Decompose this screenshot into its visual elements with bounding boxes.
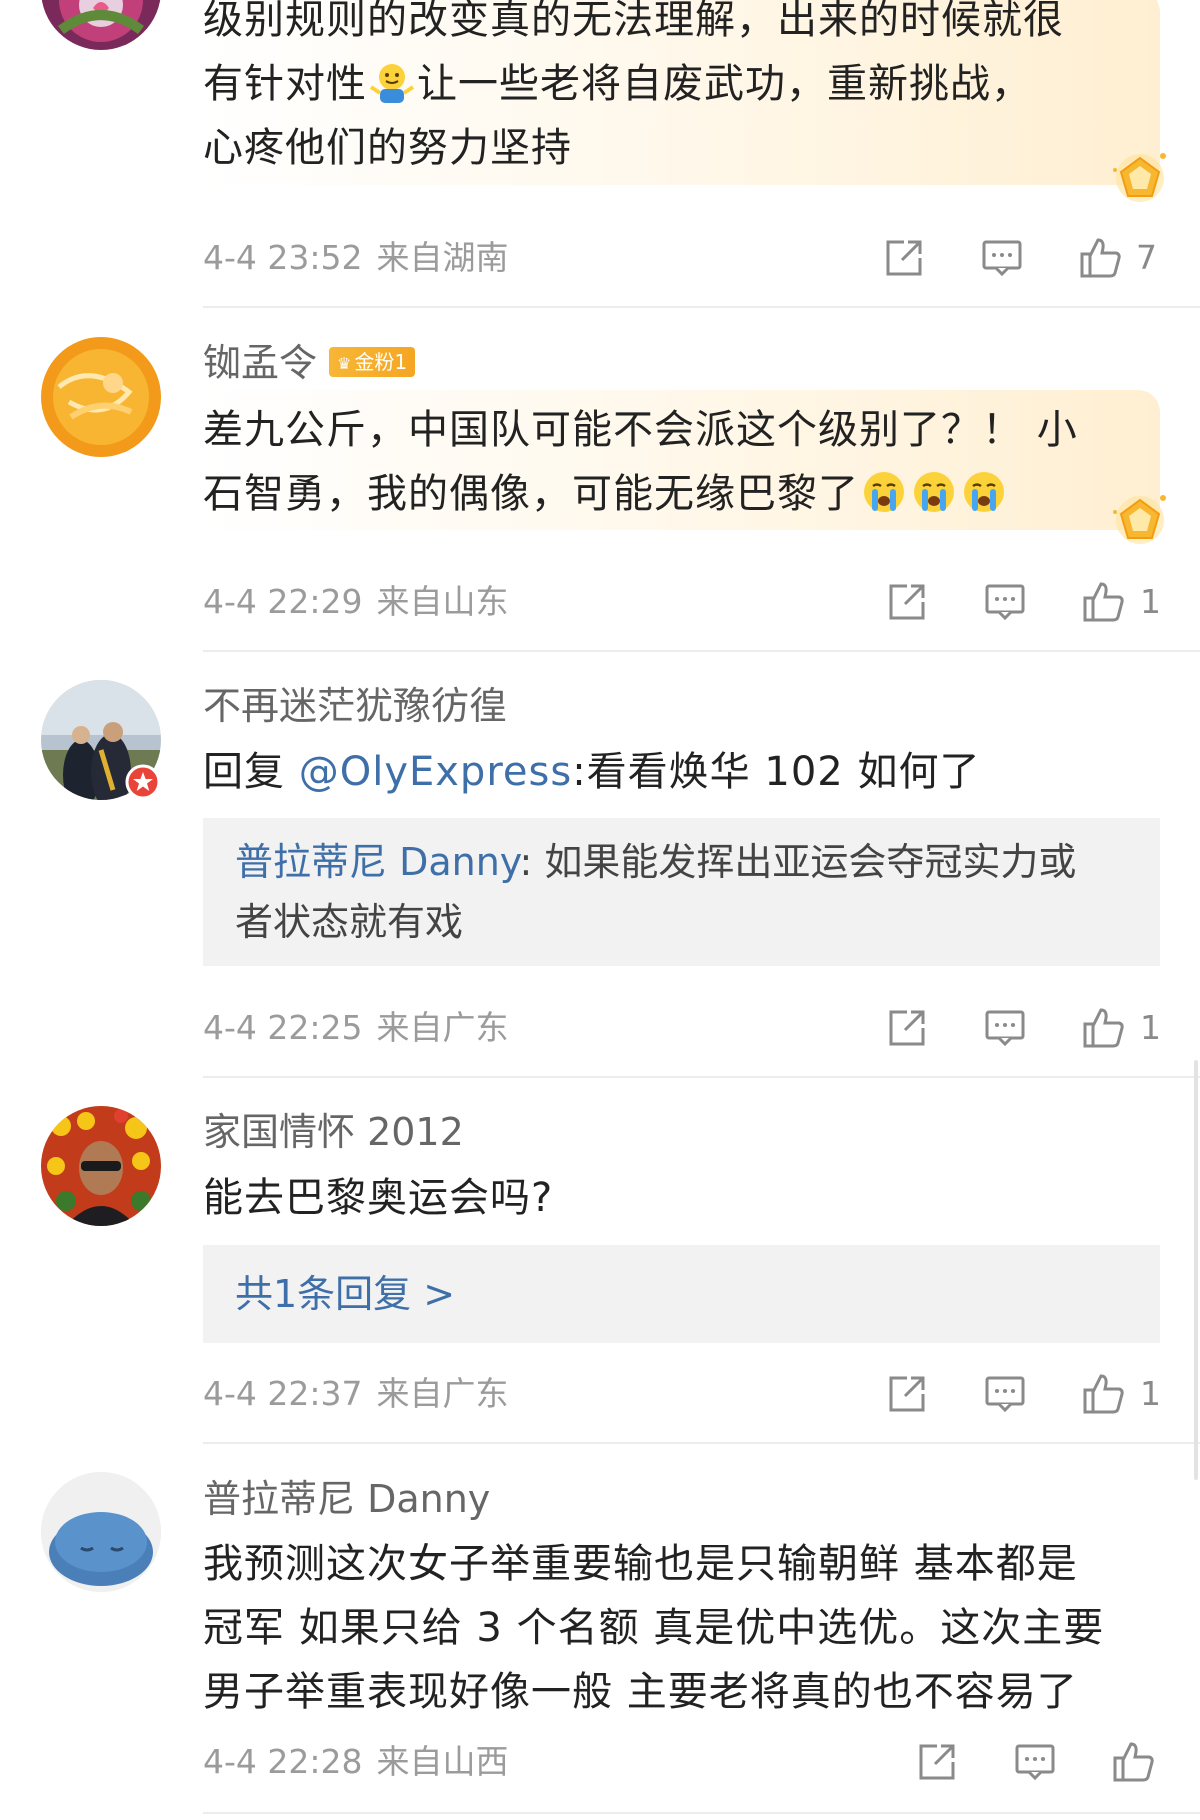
quoted-text: : 如果能发挥出亚运会夺冠实力或: [519, 840, 1077, 884]
shrug-emoji-icon: [369, 64, 415, 103]
avatar[interactable]: [41, 1106, 161, 1226]
divider: [203, 306, 1200, 308]
comment-actions: 7: [0, 236, 1200, 284]
comment-text-line: 我预测这次女子举重要输也是只输朝鲜 基本都是: [203, 1541, 1078, 1587]
divider: [203, 650, 1200, 652]
share-icon[interactable]: [885, 1372, 929, 1416]
comment-icon[interactable]: [1013, 1740, 1057, 1784]
crying-emoji-icon: [914, 472, 954, 512]
fan-badge: ♛ 金粉1: [329, 346, 416, 377]
avatar-image: [41, 1472, 161, 1592]
mention-link[interactable]: @OlyExpress: [299, 749, 572, 795]
username[interactable]: 普拉蒂尼 Danny: [203, 1476, 490, 1522]
avatar[interactable]: [41, 0, 161, 50]
divider: [203, 1812, 1200, 1814]
comment-text: 级别规则的改变真的无法理解，出来的时候就很 有针对性 让一些老将自废武功，重新挑战…: [203, 0, 1163, 180]
share-icon[interactable]: [882, 236, 926, 280]
share-icon[interactable]: [885, 1006, 929, 1050]
comment-text-line: 级别规则的改变真的无法理解，出来的时候就很: [203, 0, 1064, 43]
thumbs-up-icon[interactable]: [1078, 236, 1122, 280]
comment-icon[interactable]: [983, 1006, 1027, 1050]
username[interactable]: 不再迷茫犹豫彷徨: [203, 683, 507, 729]
avatar-image: [41, 337, 161, 457]
comment-text-line: 有针对性 让一些老将自废武功，重新挑战，: [203, 61, 1032, 107]
thumbs-up-icon[interactable]: [1081, 580, 1125, 624]
divider: [203, 1076, 1200, 1078]
avatar[interactable]: [41, 1472, 161, 1592]
quoted-text: 者状态就有戏: [235, 900, 464, 944]
comment-text-line: 男子举重表现好像一般 主要老将真的也不容易了: [203, 1669, 1078, 1715]
comment-text: 差九公斤，中国队可能不会派这个级别了？！ 小 石智勇，我的偶像，可能无缘巴黎了: [203, 398, 1163, 526]
username[interactable]: 铷孟令 ♛ 金粉1: [203, 340, 416, 386]
comment-text-line: 差九公斤，中国队可能不会派这个级别了？！ 小: [203, 407, 1078, 453]
crying-emoji-icon: [964, 472, 1004, 512]
thumbs-up-icon[interactable]: [1081, 1372, 1125, 1416]
avatar-image: [41, 0, 161, 50]
comment-text-line: 心疼他们的努力坚持: [203, 125, 572, 171]
reply-prefix: 回复: [203, 749, 299, 795]
crown-icon: ♛: [337, 353, 352, 373]
comment-icon[interactable]: [983, 580, 1027, 624]
comment-actions: [0, 1740, 1200, 1788]
like-count: 1: [1140, 1008, 1161, 1047]
comment-text: 回复 @OlyExpress:看看焕华 102 如何了: [203, 740, 1163, 804]
comment-text-line: 石智勇，我的偶像，可能无缘巴黎了: [203, 462, 1163, 526]
divider: [203, 1442, 1200, 1444]
comment-text: 能去巴黎奥运会吗?: [203, 1175, 554, 1221]
quoted-reply[interactable]: 普拉蒂尼 Danny: 如果能发挥出亚运会夺冠实力或 者状态就有戏: [203, 818, 1160, 966]
crying-emoji-icon: [864, 472, 904, 512]
avatar[interactable]: [41, 337, 161, 457]
username[interactable]: 家国情怀 2012: [203, 1109, 464, 1155]
comment-text: 我预测这次女子举重要输也是只输朝鲜 基本都是 冠军 如果只给 3 个名额 真是优…: [203, 1532, 1163, 1724]
view-replies-link[interactable]: 共1条回复 >: [203, 1245, 1160, 1343]
quoted-username[interactable]: 普拉蒂尼 Danny: [235, 840, 520, 884]
comment-actions: 1: [0, 1006, 1200, 1054]
thumbs-up-icon[interactable]: [1111, 1740, 1155, 1784]
like-count: 1: [1140, 582, 1161, 621]
fan-badge-label: 金粉1: [354, 349, 408, 374]
verified-badge-icon: [125, 764, 161, 800]
avatar-image: [41, 1106, 161, 1226]
gold-fan-gem-icon: [1113, 495, 1166, 544]
share-icon[interactable]: [915, 1740, 959, 1784]
share-icon[interactable]: [885, 580, 929, 624]
comment-actions: 1: [0, 1372, 1200, 1420]
reply-text: :看看焕华 102 如何了: [572, 749, 981, 795]
comment-icon[interactable]: [980, 236, 1024, 280]
gold-fan-gem-icon: [1113, 153, 1166, 202]
comment-text-line: 冠军 如果只给 3 个名额 真是优中选优。这次主要: [203, 1605, 1105, 1651]
comment-icon[interactable]: [983, 1372, 1027, 1416]
thumbs-up-icon[interactable]: [1081, 1006, 1125, 1050]
like-count: 7: [1136, 238, 1157, 277]
scrollbar[interactable]: [1194, 1060, 1198, 1480]
username-text: 铷孟令: [203, 341, 318, 385]
like-count: 1: [1140, 1374, 1161, 1413]
comment-actions: 1: [0, 580, 1200, 628]
